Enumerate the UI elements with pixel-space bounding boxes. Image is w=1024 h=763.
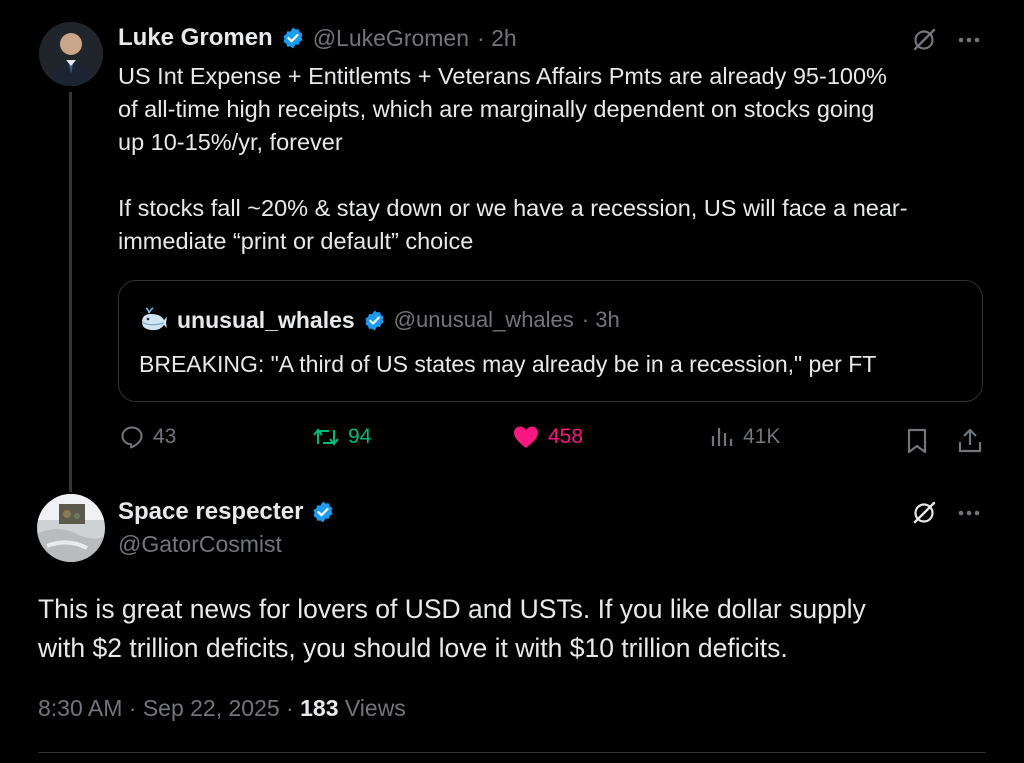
post-text-line: of all-time high receipts, which are mar… bbox=[118, 96, 875, 122]
reply-views-label: Views bbox=[344, 695, 406, 721]
reply-text: This is great news for lovers of USD and… bbox=[38, 590, 998, 668]
thread-line bbox=[69, 92, 72, 492]
quote-time: · 3h bbox=[581, 307, 620, 332]
like-count: 458 bbox=[548, 425, 584, 448]
repost-button[interactable]: 94 bbox=[312, 424, 371, 450]
views-count: 41K bbox=[743, 425, 781, 448]
post-text-line bbox=[118, 159, 998, 192]
divider bbox=[38, 752, 986, 753]
reply-author-name[interactable]: Space respecter bbox=[118, 498, 303, 526]
reply-views-count: 183 bbox=[300, 695, 339, 721]
grok-icon[interactable] bbox=[910, 499, 938, 527]
more-icon[interactable] bbox=[955, 501, 983, 525]
repost-count: 94 bbox=[348, 425, 372, 448]
avatar[interactable] bbox=[39, 22, 103, 86]
post-time[interactable]: · 2h bbox=[477, 25, 517, 52]
quote-header: unusual_whales @unusual_whales · 3h bbox=[139, 305, 620, 335]
author-handle[interactable]: @LukeGromen bbox=[313, 25, 469, 52]
post-header: Luke Gromen @LukeGromen · 2h bbox=[118, 24, 517, 52]
verified-icon bbox=[283, 27, 303, 49]
heart-icon bbox=[514, 426, 538, 448]
reply-meta: 8:30 AM · Sep 22, 2025 · 183 Views bbox=[38, 695, 406, 722]
author-name[interactable]: Luke Gromen bbox=[118, 24, 273, 52]
post-text-line: US Int Expense + Entitlemts + Veterans A… bbox=[118, 63, 887, 89]
verified-icon bbox=[365, 309, 384, 331]
whale-icon bbox=[141, 307, 167, 331]
views-icon bbox=[711, 428, 733, 446]
share-icon[interactable] bbox=[956, 426, 984, 456]
post-text: US Int Expense + Entitlemts + Veterans A… bbox=[118, 60, 998, 258]
grok-icon[interactable] bbox=[910, 26, 938, 54]
reply-button[interactable]: 43 bbox=[119, 424, 176, 450]
quote-avatar[interactable] bbox=[139, 305, 169, 335]
avatar[interactable] bbox=[37, 494, 105, 562]
reply-count: 43 bbox=[153, 425, 177, 448]
like-button[interactable]: 458 bbox=[512, 424, 583, 450]
more-icon[interactable] bbox=[955, 28, 983, 52]
post-text-line: immediate “print or default” choice bbox=[118, 228, 474, 254]
reply-icon bbox=[121, 426, 143, 449]
reply-text-line: with $2 trillion deficits, you should lo… bbox=[38, 633, 788, 663]
reply-timestamp[interactable]: 8:30 AM · Sep 22, 2025 · bbox=[38, 695, 294, 721]
reply-text-line: This is great news for lovers of USD and… bbox=[38, 594, 866, 624]
quote-text: BREAKING: "A third of US states may alre… bbox=[139, 351, 877, 377]
reply-handle[interactable]: @GatorCosmist bbox=[118, 531, 282, 558]
repost-icon bbox=[313, 428, 339, 446]
post-text-line: If stocks fall ~20% & stay down or we ha… bbox=[118, 195, 908, 221]
quoted-post[interactable]: unusual_whales @unusual_whales · 3h BREA… bbox=[118, 280, 983, 402]
quote-author-name[interactable]: unusual_whales bbox=[177, 307, 355, 334]
verified-icon bbox=[313, 501, 333, 523]
bookmark-icon[interactable] bbox=[903, 426, 931, 456]
reply-header: Space respecter bbox=[118, 498, 335, 526]
quote-handle: @unusual_whales bbox=[393, 307, 574, 332]
views-button[interactable]: 41K bbox=[709, 424, 780, 450]
post-text-line: up 10-15%/yr, forever bbox=[118, 129, 343, 155]
